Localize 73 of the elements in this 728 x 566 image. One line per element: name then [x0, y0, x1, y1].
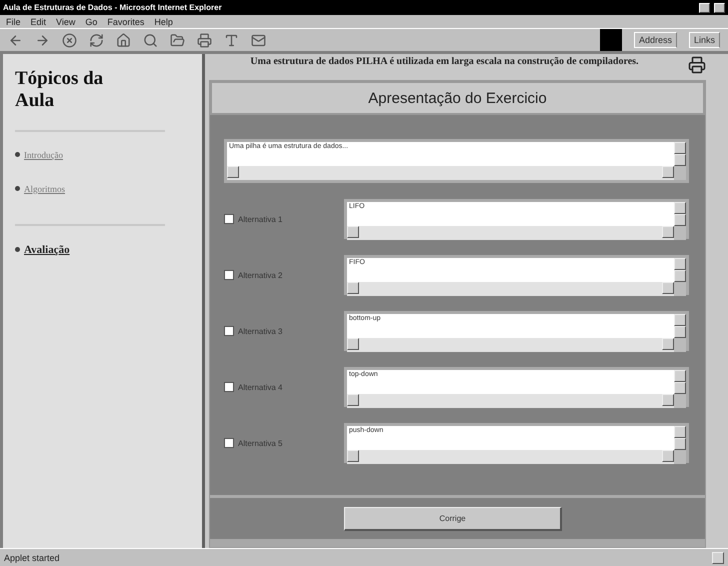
alternative-label: Alternativa 4	[238, 382, 282, 392]
alternative-label: Alternativa 3	[238, 326, 282, 336]
scroll-up-icon[interactable]	[674, 370, 686, 382]
minimize-icon[interactable]	[699, 2, 710, 12]
scroll-right-icon[interactable]	[662, 338, 674, 350]
folder-icon[interactable]	[170, 32, 185, 48]
scroll-left-icon[interactable]	[347, 450, 359, 462]
sidebar-title: Tópicos da Aula	[15, 68, 104, 112]
question-text: Uma estrutura de dados PILHA é utilizada em larga escala na construção de compiladores.	[249, 56, 640, 67]
checkbox[interactable]	[224, 438, 234, 448]
alternative-label: Alternativa 2	[238, 270, 282, 280]
printer-icon[interactable]	[688, 56, 706, 74]
close-icon[interactable]	[714, 2, 725, 12]
scroll-up-icon[interactable]	[674, 426, 686, 438]
stop-icon[interactable]	[62, 32, 77, 48]
checkbox[interactable]	[224, 382, 234, 392]
menu-item[interactable]: View	[56, 16, 76, 26]
font-icon[interactable]	[224, 32, 239, 48]
menu-item[interactable]: Help	[154, 16, 173, 26]
menu-item[interactable]: Favorites	[107, 16, 144, 26]
refresh-icon[interactable]	[89, 32, 104, 48]
scroll-down-icon[interactable]	[674, 214, 686, 226]
address-label[interactable]: Address	[634, 32, 677, 48]
status-text: Applet started	[4, 552, 60, 562]
topic-link[interactable]: Avaliação	[24, 244, 70, 256]
scroll-right-icon[interactable]	[662, 226, 674, 238]
alternative-label: Alternativa 1	[238, 214, 282, 224]
bullet-icon	[15, 152, 20, 158]
back-icon[interactable]	[8, 32, 23, 48]
menu-item[interactable]: Go	[85, 16, 98, 26]
scrollbar-corner	[674, 226, 686, 240]
links-label[interactable]: Links	[688, 32, 720, 48]
scroll-down-icon[interactable]	[674, 326, 686, 338]
scroll-left-icon[interactable]	[347, 394, 359, 406]
scroll-up-icon[interactable]	[674, 202, 686, 214]
topic-link[interactable]: Introdução	[24, 150, 63, 160]
printer-icon[interactable]	[197, 32, 212, 48]
window-title: Aula de Estruturas de Dados - Microsoft Internet Explorer	[3, 3, 223, 12]
menu-item[interactable]: Edit	[30, 16, 46, 26]
scrollbar-corner	[674, 338, 686, 352]
exercise-title: Apresentação do Exercicio	[210, 81, 705, 115]
scroll-down-icon[interactable]	[674, 382, 686, 394]
scrollbar-corner	[674, 282, 686, 296]
scroll-left-icon[interactable]	[347, 338, 359, 350]
scroll-left-icon[interactable]	[347, 226, 359, 238]
scroll-down-icon[interactable]	[674, 438, 686, 450]
search-icon[interactable]	[143, 32, 158, 48]
bullet-icon	[15, 186, 20, 192]
checkbox[interactable]	[224, 270, 234, 280]
scroll-up-icon[interactable]	[674, 142, 686, 154]
checkbox[interactable]	[224, 326, 234, 336]
scroll-right-icon[interactable]	[662, 394, 674, 406]
scroll-left-icon[interactable]	[347, 282, 359, 294]
forward-icon[interactable]	[35, 32, 50, 48]
scroll-right-icon[interactable]	[662, 282, 674, 294]
scrollbar-corner	[674, 450, 686, 464]
scroll-left-icon[interactable]	[227, 166, 239, 178]
bullet-icon	[15, 247, 20, 252]
mail-icon[interactable]	[251, 32, 266, 48]
checkbox[interactable]	[224, 214, 234, 224]
scroll-up-icon[interactable]	[674, 258, 686, 270]
scroll-down-icon[interactable]	[674, 270, 686, 282]
menu-item[interactable]: File	[6, 16, 21, 26]
scroll-up-icon[interactable]	[674, 314, 686, 326]
scrollbar-corner	[674, 394, 686, 408]
alternative-label: Alternativa 5	[238, 438, 282, 448]
zone-icon	[712, 552, 724, 564]
scroll-right-icon[interactable]	[662, 166, 674, 178]
scrollbar-corner	[674, 166, 686, 180]
scroll-down-icon[interactable]	[674, 154, 686, 166]
scroll-right-icon[interactable]	[662, 450, 674, 462]
home-icon[interactable]	[116, 32, 131, 48]
correct-button[interactable]: Corrige	[344, 506, 562, 530]
